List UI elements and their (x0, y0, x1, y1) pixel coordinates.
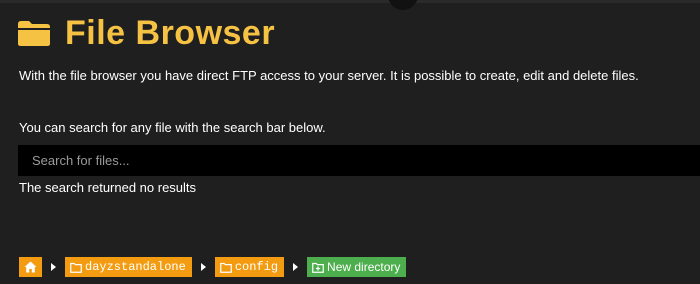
page-header: File Browser (17, 14, 275, 52)
intro-text: With the file browser you have direct FT… (19, 68, 639, 83)
folder-icon (70, 262, 82, 273)
breadcrumb-home-button[interactable] (19, 257, 42, 277)
new-folder-icon (312, 262, 324, 273)
breadcrumb: dayzstandalone config New directory (19, 257, 407, 277)
search-result-text: The search returned no results (19, 180, 197, 195)
breadcrumb-item-config[interactable]: config (214, 257, 285, 277)
breadcrumb-separator (51, 263, 56, 271)
breadcrumb-separator (200, 263, 206, 271)
new-directory-button[interactable]: New directory (307, 257, 407, 277)
page-title: File Browser (65, 14, 276, 52)
breadcrumb-item-label: dayzstandalone (85, 260, 186, 274)
breadcrumb-item-label: config (234, 260, 279, 274)
file-browser-page: File Browser With the file browser you h… (0, 0, 700, 284)
search-hint: You can search for any file with the sea… (19, 120, 326, 135)
breadcrumb-separator (293, 263, 299, 271)
search-input[interactable] (18, 145, 700, 176)
folder-icon (18, 21, 50, 46)
new-directory-label: New directory (327, 260, 401, 274)
folder-icon (219, 262, 232, 273)
breadcrumb-item-dayzstandalone[interactable]: dayzstandalone (65, 257, 192, 277)
home-icon (24, 261, 37, 273)
